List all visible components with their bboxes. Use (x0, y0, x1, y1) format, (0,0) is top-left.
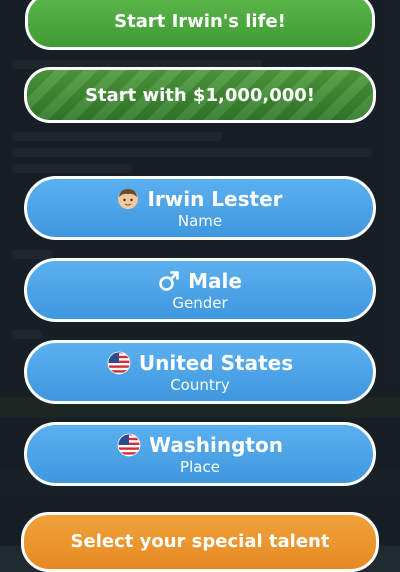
start-with-money-button[interactable]: Start with $1,000,000! (24, 67, 376, 123)
place-label: Place (180, 457, 220, 476)
start-with-money-label: Start with $1,000,000! (84, 84, 316, 106)
start-life-label: Start Irwin's life! (114, 10, 286, 32)
gender-label: Gender (172, 293, 228, 312)
us-flag-icon (117, 433, 141, 456)
name-field-button[interactable]: Irwin Lester Name (24, 176, 376, 240)
start-life-button[interactable]: Start Irwin's life! (25, 0, 375, 50)
name-label: Name (177, 211, 223, 230)
special-talent-label: Select your special talent (70, 531, 330, 552)
gender-field-button[interactable]: Male Gender (24, 258, 376, 322)
person-icon (118, 188, 139, 209)
male-symbol-icon (159, 270, 179, 291)
place-field-button[interactable]: Washington Place (24, 422, 376, 486)
country-label: Country (170, 375, 230, 394)
us-flag-icon (107, 351, 131, 374)
country-field-button[interactable]: United States Country (24, 340, 376, 404)
gender-value: Male (188, 268, 242, 293)
select-special-talent-button[interactable]: Select your special talent (21, 512, 379, 572)
country-value: United States (138, 350, 294, 375)
name-value: Irwin Lester (147, 186, 283, 211)
place-value: Washington (149, 432, 283, 457)
